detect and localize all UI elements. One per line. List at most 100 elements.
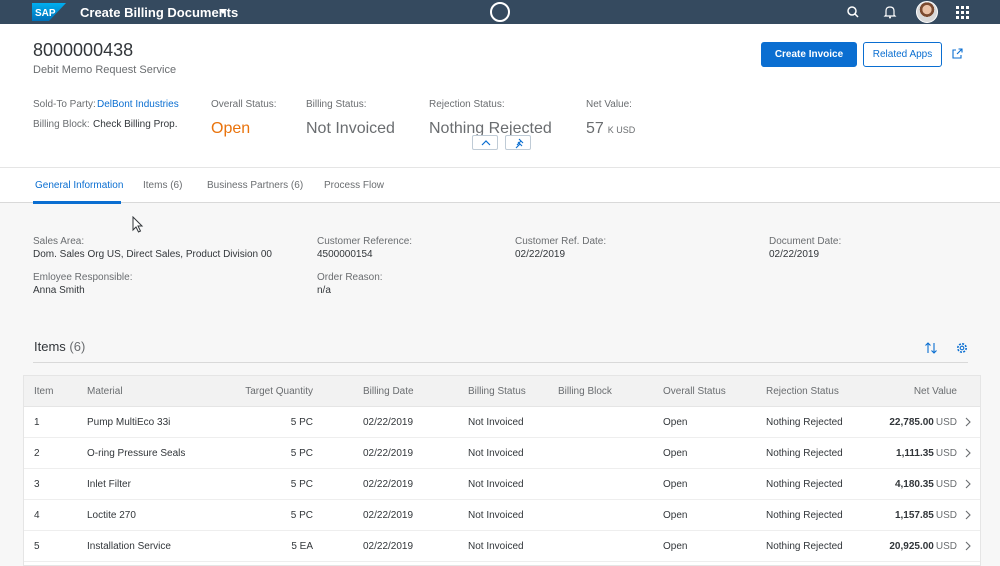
- cell-billing-date: 02/22/2019: [363, 541, 414, 552]
- items-count: (6): [69, 339, 86, 354]
- cell-material: Loctite 270: [87, 510, 136, 521]
- sales-area-label: Sales Area:: [33, 236, 85, 247]
- chevron-right-icon[interactable]: [964, 417, 972, 427]
- cell-target-quantity: 5 PC: [290, 417, 313, 428]
- cell-item: 4: [34, 510, 40, 521]
- customer-ref-date-value: 02/22/2019: [515, 249, 566, 260]
- column-header-net-value[interactable]: Net Value: [914, 386, 957, 397]
- tab-general-information[interactable]: General Information: [35, 180, 123, 191]
- overall-status-label: Overall Status:: [211, 99, 277, 110]
- net-value-currency: USD: [935, 510, 957, 521]
- shell-bar: SAP Create Billing Documents: [0, 0, 1000, 24]
- collapse-header-button[interactable]: [472, 135, 498, 150]
- net-value-currency: USD: [935, 417, 957, 428]
- chevron-down-icon[interactable]: [219, 9, 227, 14]
- related-apps-button[interactable]: Related Apps: [863, 42, 942, 67]
- cell-target-quantity: 5 PC: [290, 448, 313, 459]
- cell-overall-status: Open: [663, 417, 688, 428]
- gear-icon[interactable]: [955, 341, 969, 355]
- cell-billing-date: 02/22/2019: [363, 417, 414, 428]
- tab-selected-indicator: [33, 201, 121, 204]
- tab-items[interactable]: Items (6): [143, 180, 182, 191]
- cell-overall-status: Open: [663, 541, 688, 552]
- cell-material: Inlet Filter: [87, 479, 131, 490]
- cell-billing-date: 02/22/2019: [363, 448, 414, 459]
- cell-item: 2: [34, 448, 40, 459]
- tab-bar: General Information Items (6) Business P…: [0, 167, 1000, 204]
- net-value-amount: 22,785.00: [889, 417, 934, 428]
- cell-overall-status: Open: [663, 448, 688, 459]
- column-header-billing-status[interactable]: Billing Status: [468, 386, 526, 397]
- net-value-number: 57: [586, 120, 604, 137]
- search-icon[interactable]: [845, 4, 861, 20]
- cell-net-value: 1,157.85 USD: [895, 510, 957, 521]
- sap-logo[interactable]: SAP: [32, 3, 66, 21]
- customer-ref-date-label: Customer Ref. Date:: [515, 236, 607, 247]
- busy-indicator-icon: [490, 2, 510, 22]
- billing-status-value: Not Invoiced: [306, 120, 395, 137]
- cell-billing-status: Not Invoiced: [468, 541, 524, 552]
- column-header-billing-block[interactable]: Billing Block: [558, 386, 612, 397]
- net-value-currency: USD: [935, 479, 957, 490]
- cell-target-quantity: 5 EA: [291, 541, 313, 552]
- employee-responsible-value: Anna Smith: [33, 285, 85, 296]
- avatar[interactable]: [916, 1, 938, 23]
- cell-rejection-status: Nothing Rejected: [766, 448, 843, 459]
- net-value-label: Net Value:: [586, 99, 632, 110]
- cell-net-value: 20,925.00 USD: [889, 541, 957, 552]
- sales-area-value: Dom. Sales Org US, Direct Sales, Product…: [33, 249, 272, 260]
- sort-icon[interactable]: [924, 341, 938, 355]
- table-row[interactable]: 3 Inlet Filter 5 PC 02/22/2019 Not Invoi…: [24, 469, 980, 500]
- cell-item: 3: [34, 479, 40, 490]
- cell-rejection-status: Nothing Rejected: [766, 479, 843, 490]
- order-reason-value: n/a: [317, 285, 331, 296]
- column-header-overall-status[interactable]: Overall Status: [663, 386, 726, 397]
- chevron-right-icon[interactable]: [964, 479, 972, 489]
- net-value-kpi: 57 K USD: [586, 120, 635, 138]
- net-value-amount: 1,111.35: [896, 448, 934, 459]
- bell-icon[interactable]: [882, 4, 898, 20]
- items-title-text: Items: [34, 339, 66, 354]
- order-reason-label: Order Reason:: [317, 272, 383, 283]
- object-header: 8000000438 Debit Memo Request Service Cr…: [0, 24, 1000, 167]
- chevron-right-icon[interactable]: [964, 448, 972, 458]
- table-row[interactable]: 2 O-ring Pressure Seals 5 PC 02/22/2019 …: [24, 438, 980, 469]
- billing-status-label: Billing Status:: [306, 99, 367, 110]
- cell-target-quantity: 5 PC: [290, 479, 313, 490]
- tab-business-partners[interactable]: Business Partners (6): [207, 180, 303, 191]
- column-header-material[interactable]: Material: [87, 386, 123, 397]
- cell-item: 5: [34, 541, 40, 552]
- cell-billing-date: 02/22/2019: [363, 510, 414, 521]
- create-invoice-button[interactable]: Create Invoice: [761, 42, 857, 67]
- page-title: 8000000438: [33, 40, 134, 60]
- cell-rejection-status: Nothing Rejected: [766, 510, 843, 521]
- cell-material: Pump MultiEco 33i: [87, 417, 171, 428]
- customer-reference-label: Customer Reference:: [317, 236, 413, 247]
- cell-overall-status: Open: [663, 510, 688, 521]
- column-header-target-quantity[interactable]: Target Quantity: [245, 386, 313, 397]
- chevron-right-icon[interactable]: [964, 541, 972, 551]
- cell-billing-status: Not Invoiced: [468, 510, 524, 521]
- page-subtitle: Debit Memo Request Service: [33, 64, 177, 76]
- cell-billing-status: Not Invoiced: [468, 417, 524, 428]
- cell-overall-status: Open: [663, 479, 688, 490]
- tab-process-flow[interactable]: Process Flow: [324, 180, 384, 191]
- net-value-currency: USD: [935, 448, 957, 459]
- chevron-right-icon[interactable]: [964, 510, 972, 520]
- cell-net-value: 4,180.35 USD: [895, 479, 957, 490]
- column-header-item[interactable]: Item: [34, 386, 53, 397]
- table-row[interactable]: 4 Loctite 270 5 PC 02/22/2019 Not Invoic…: [24, 500, 980, 531]
- app-title[interactable]: Create Billing Documents: [80, 5, 238, 20]
- billing-block-value: Check Billing Prop.: [93, 119, 178, 130]
- net-value-amount: 4,180.35: [894, 479, 934, 490]
- table-row[interactable]: 5 Installation Service 5 EA 02/22/2019 N…: [24, 531, 980, 562]
- column-header-rejection-status[interactable]: Rejection Status: [766, 386, 839, 397]
- cell-rejection-status: Nothing Rejected: [766, 417, 843, 428]
- pin-header-button[interactable]: [505, 135, 531, 150]
- column-header-billing-date[interactable]: Billing Date: [363, 386, 414, 397]
- share-icon[interactable]: [951, 48, 963, 60]
- table-row[interactable]: 1 Pump MultiEco 33i 5 PC 02/22/2019 Not …: [24, 407, 980, 438]
- grid-icon[interactable]: [954, 4, 970, 20]
- cell-billing-date: 02/22/2019: [363, 479, 414, 490]
- sold-to-link[interactable]: DelBont Industries: [97, 99, 179, 110]
